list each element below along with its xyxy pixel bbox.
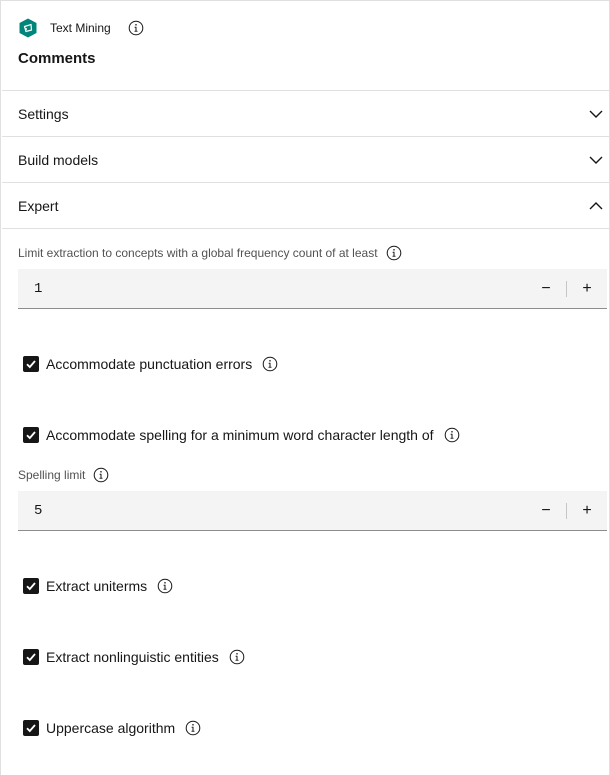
- spelling-limit-label-text: Spelling limit: [18, 468, 86, 482]
- checkbox-checked[interactable]: [23, 649, 39, 665]
- accordion-settings[interactable]: Settings: [2, 90, 610, 136]
- uniterms-checkbox-row[interactable]: Extract uniterms: [23, 578, 173, 594]
- spelling-limit-label: Spelling limit: [18, 467, 109, 483]
- spelling-limit-input[interactable]: 5 − +: [18, 491, 607, 531]
- global-frequency-label-text: Limit extraction to concepts with a glob…: [18, 246, 378, 260]
- info-icon[interactable]: [229, 649, 245, 665]
- accordion-expert-label: Expert: [18, 197, 59, 214]
- nonlinguistic-label: Extract nonlinguistic entities: [46, 649, 219, 665]
- uppercase-checkbox-row[interactable]: Uppercase algorithm: [23, 720, 201, 736]
- accordion-settings-label: Settings: [18, 105, 69, 122]
- accordion-divider: [2, 228, 610, 229]
- info-icon[interactable]: [128, 20, 144, 36]
- spelling-checkbox-row[interactable]: Accommodate spelling for a minimum word …: [23, 427, 460, 443]
- node-title: Comments: [18, 50, 96, 67]
- node-type-label: Text Mining: [50, 21, 111, 35]
- checkbox-checked[interactable]: [23, 427, 39, 443]
- chevron-down-icon: [589, 110, 603, 118]
- spelling-limit-value[interactable]: 5: [18, 503, 526, 519]
- chevron-up-icon: [589, 201, 603, 209]
- global-frequency-input[interactable]: 1 − +: [18, 269, 607, 309]
- uniterms-label: Extract uniterms: [46, 578, 148, 594]
- nonlinguistic-checkbox-row[interactable]: Extract nonlinguistic entities: [23, 649, 245, 665]
- accordion-build-models-label: Build models: [18, 151, 99, 168]
- chevron-down-icon: [589, 156, 603, 164]
- info-icon[interactable]: [185, 720, 201, 736]
- increment-button[interactable]: +: [567, 491, 607, 531]
- info-icon[interactable]: [386, 245, 402, 261]
- checkbox-checked[interactable]: [23, 720, 39, 736]
- spelling-label: Accommodate spelling for a minimum word …: [46, 427, 434, 443]
- info-icon[interactable]: [444, 427, 460, 443]
- global-frequency-value[interactable]: 1: [18, 281, 526, 297]
- accordion-expert[interactable]: Expert: [2, 182, 610, 228]
- info-icon[interactable]: [93, 467, 109, 483]
- global-frequency-label: Limit extraction to concepts with a glob…: [18, 245, 402, 261]
- properties-panel: Text Mining Comments Settings Build mode…: [0, 0, 610, 775]
- checkbox-checked[interactable]: [23, 356, 39, 372]
- increment-button[interactable]: +: [567, 269, 607, 309]
- punctuation-label: Accommodate punctuation errors: [46, 356, 253, 372]
- info-icon[interactable]: [157, 578, 173, 594]
- checkbox-checked[interactable]: [23, 578, 39, 594]
- node-header: Text Mining: [18, 16, 144, 40]
- accordion-build-models[interactable]: Build models: [2, 136, 610, 182]
- info-icon[interactable]: [262, 356, 278, 372]
- uppercase-label: Uppercase algorithm: [46, 720, 176, 736]
- decrement-button[interactable]: −: [526, 491, 566, 531]
- punctuation-checkbox-row[interactable]: Accommodate punctuation errors: [23, 356, 278, 372]
- text-mining-node-icon: [19, 18, 37, 38]
- decrement-button[interactable]: −: [526, 269, 566, 309]
